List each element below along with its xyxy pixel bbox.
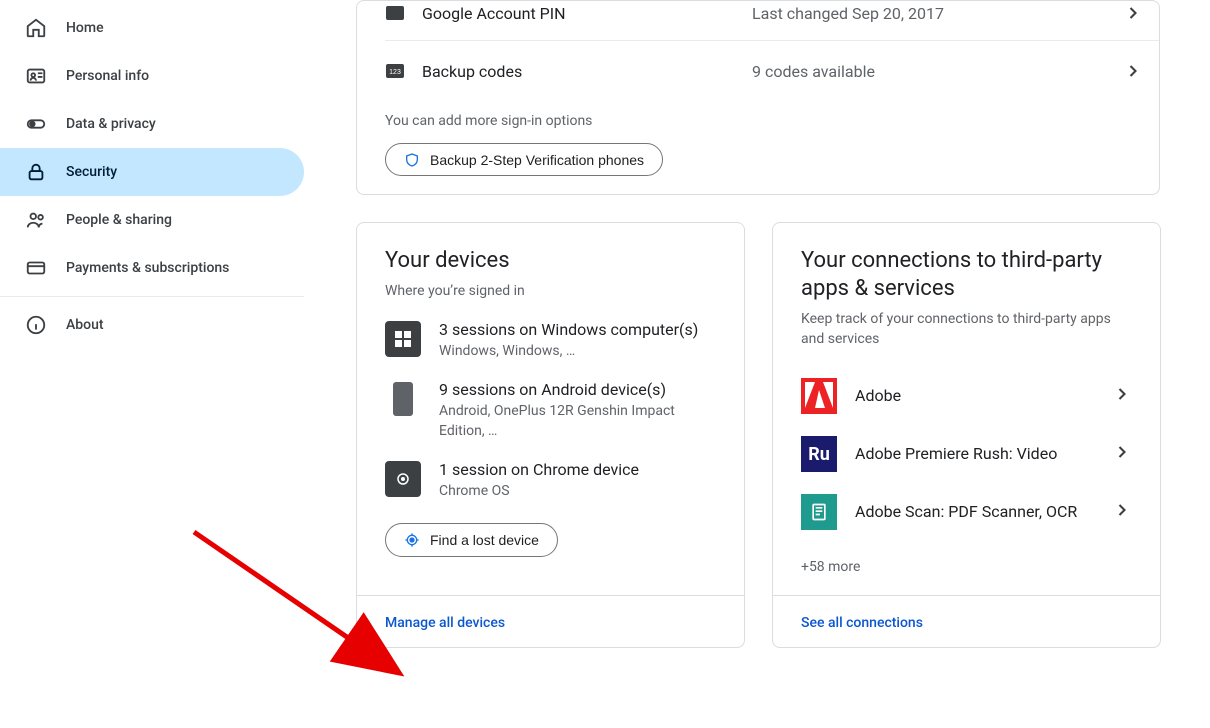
card-icon xyxy=(24,256,48,280)
app-label: Adobe Premiere Rush: Video xyxy=(855,443,1094,465)
device-row-android[interactable]: 9 sessions on Android device(s) Android,… xyxy=(385,379,716,441)
sidebar-separator xyxy=(0,296,304,297)
manage-all-devices-link[interactable]: Manage all devices xyxy=(385,615,505,631)
phone-icon xyxy=(385,381,421,417)
sidebar-item-payments[interactable]: Payments & subscriptions xyxy=(0,244,304,292)
sidebar-item-label: About xyxy=(66,317,104,333)
third-party-connections-panel: Your connections to third-party apps & s… xyxy=(772,222,1161,648)
pin-icon xyxy=(385,3,405,23)
panel-title: Your devices xyxy=(385,247,716,275)
row-value: Last changed Sep 20, 2017 xyxy=(752,4,1121,23)
adobe-logo-icon xyxy=(801,378,837,414)
device-sub: Chrome OS xyxy=(439,481,639,501)
chevron-right-icon xyxy=(1112,442,1132,466)
device-sub: Android, OnePlus 12R Genshin Impact Edit… xyxy=(439,401,716,441)
premiere-rush-logo-icon: Ru xyxy=(801,436,837,472)
row-title: Google Account PIN xyxy=(422,4,752,23)
sidebar-item-home[interactable]: Home xyxy=(0,4,304,52)
device-title: 1 session on Chrome device xyxy=(439,459,639,481)
sidebar-item-personal-info[interactable]: Personal info xyxy=(0,52,304,100)
sign-in-hint: You can add more sign-in options xyxy=(357,101,1159,129)
row-backup-codes[interactable]: 123 Backup codes 9 codes available xyxy=(357,41,1159,101)
more-apps-text: +58 more xyxy=(801,559,1132,575)
chrome-device-icon xyxy=(385,461,421,497)
sidebar-item-data-privacy[interactable]: Data & privacy xyxy=(0,100,304,148)
see-all-connections-link[interactable]: See all connections xyxy=(801,615,923,631)
app-row-premiere-rush[interactable]: Ru Adobe Premiere Rush: Video xyxy=(801,425,1132,483)
target-icon xyxy=(404,532,420,548)
app-row-adobe-scan[interactable]: Adobe Scan: PDF Scanner, OCR xyxy=(801,483,1132,541)
app-label: Adobe xyxy=(855,385,1094,407)
sidebar-item-security[interactable]: Security xyxy=(0,148,304,196)
sidebar-item-people-sharing[interactable]: People & sharing xyxy=(0,196,304,244)
sidebar: Home Personal info Data & privacy Securi… xyxy=(0,0,304,648)
chevron-right-icon xyxy=(1121,59,1145,83)
device-title: 9 sessions on Android device(s) xyxy=(439,379,716,401)
people-icon xyxy=(24,208,48,232)
lock-icon xyxy=(24,160,48,184)
main-content: Google Account PIN Last changed Sep 20, … xyxy=(304,0,1210,648)
panel-subtitle: Where you’re signed in xyxy=(385,281,716,301)
svg-text:123: 123 xyxy=(389,69,401,76)
device-row-windows[interactable]: 3 sessions on Windows computer(s) Window… xyxy=(385,319,716,361)
your-devices-panel: Your devices Where you’re signed in 3 se… xyxy=(356,222,745,648)
panel-subtitle: Keep track of your connections to third-… xyxy=(801,309,1132,349)
chevron-right-icon xyxy=(1121,1,1145,25)
panel-title: Your connections to third-party apps & s… xyxy=(801,247,1132,303)
windows-icon xyxy=(385,321,421,357)
row-value: 9 codes available xyxy=(752,62,1121,81)
row-google-account-pin[interactable]: Google Account PIN Last changed Sep 20, … xyxy=(357,1,1159,40)
sidebar-item-label: Personal info xyxy=(66,68,149,84)
home-icon xyxy=(24,16,48,40)
device-row-chrome[interactable]: 1 session on Chrome device Chrome OS xyxy=(385,459,716,501)
sidebar-item-label: Payments & subscriptions xyxy=(66,260,229,276)
device-sub: Windows, Windows, … xyxy=(439,341,698,361)
button-label: Find a lost device xyxy=(430,532,539,548)
backup-codes-icon: 123 xyxy=(385,61,405,81)
device-title: 3 sessions on Windows computer(s) xyxy=(439,319,698,341)
app-label: Adobe Scan: PDF Scanner, OCR xyxy=(855,501,1094,523)
backup-2sv-phones-button[interactable]: Backup 2-Step Verification phones xyxy=(385,143,663,176)
toggle-icon xyxy=(24,112,48,136)
shield-icon xyxy=(404,152,420,168)
sidebar-item-label: People & sharing xyxy=(66,212,172,228)
sign-in-options-card: Google Account PIN Last changed Sep 20, … xyxy=(356,0,1160,195)
chevron-right-icon xyxy=(1112,500,1132,524)
adobe-scan-logo-icon xyxy=(801,494,837,530)
app-row-adobe[interactable]: Adobe xyxy=(801,367,1132,425)
find-lost-device-button[interactable]: Find a lost device xyxy=(385,523,558,557)
button-label: Backup 2-Step Verification phones xyxy=(430,152,644,168)
info-icon xyxy=(24,313,48,337)
row-title: Backup codes xyxy=(422,62,752,81)
sidebar-item-label: Security xyxy=(66,164,117,180)
id-card-icon xyxy=(24,64,48,88)
sidebar-item-about[interactable]: About xyxy=(0,301,304,349)
chevron-right-icon xyxy=(1112,384,1132,408)
sidebar-item-label: Home xyxy=(66,20,104,36)
sidebar-item-label: Data & privacy xyxy=(66,116,156,132)
